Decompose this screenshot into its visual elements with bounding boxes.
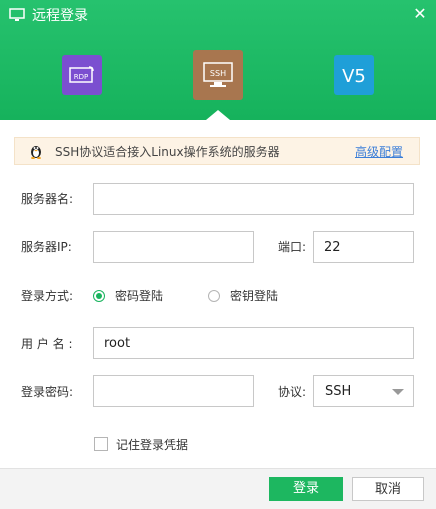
protocol-ssh-button[interactable]: SSH [193,50,243,100]
svg-text:V5: V5 [342,66,366,87]
active-tab-indicator [206,110,230,120]
radio-key-login[interactable] [208,290,220,302]
protocol-notice: SSH协议适合接入Linux操作系统的服务器 高级配置 [14,137,420,165]
password-input[interactable] [93,375,254,407]
svg-text:SSH: SSH [210,69,226,78]
username-input[interactable] [93,327,414,359]
protocol-label: 协议: [278,385,307,399]
chevron-down-icon [392,389,404,395]
ssh-icon: SSH [203,62,233,87]
server-name-label: 服务器名: [21,192,74,206]
vnc-icon: V5 [342,66,366,87]
radio-password-login[interactable] [93,290,105,302]
protocol-select[interactable]: SSH [313,375,414,407]
remember-credentials-checkbox[interactable] [94,437,108,451]
server-name-input[interactable] [93,183,414,215]
cancel-button[interactable]: 取消 [352,477,424,501]
protocol-vnc-button[interactable]: V5 [334,55,374,95]
protocol-select-value: SSH [325,384,352,399]
protocol-rdp-button[interactable]: RDP [62,55,102,95]
password-label: 登录密码: [21,385,74,399]
window-title: 远程登录 [32,8,88,24]
port-input[interactable] [313,231,414,263]
port-label: 端口: [278,240,307,254]
login-button[interactable]: 登录 [269,477,343,501]
username-label: 用 户 名 : [21,337,73,351]
notice-text: SSH协议适合接入Linux操作系统的服务器 [55,145,280,159]
server-ip-label: 服务器IP: [21,240,72,254]
password-login-label[interactable]: 密码登陆 [115,288,163,304]
key-login-label[interactable]: 密钥登陆 [230,288,278,304]
server-ip-input[interactable] [93,231,254,263]
rdp-icon: RDP [69,66,94,83]
linux-penguin-icon [31,146,41,159]
svg-text:RDP: RDP [74,73,88,81]
advanced-config-link[interactable]: 高级配置 [355,144,403,160]
close-button[interactable]: ✕ [410,4,430,24]
login-method-label: 登录方式: [21,289,74,303]
remember-credentials-label[interactable]: 记住登录凭据 [116,437,188,453]
title-bar: 远程登录 ✕ RDP SSH V5 [0,0,436,120]
monitor-icon [9,8,25,21]
